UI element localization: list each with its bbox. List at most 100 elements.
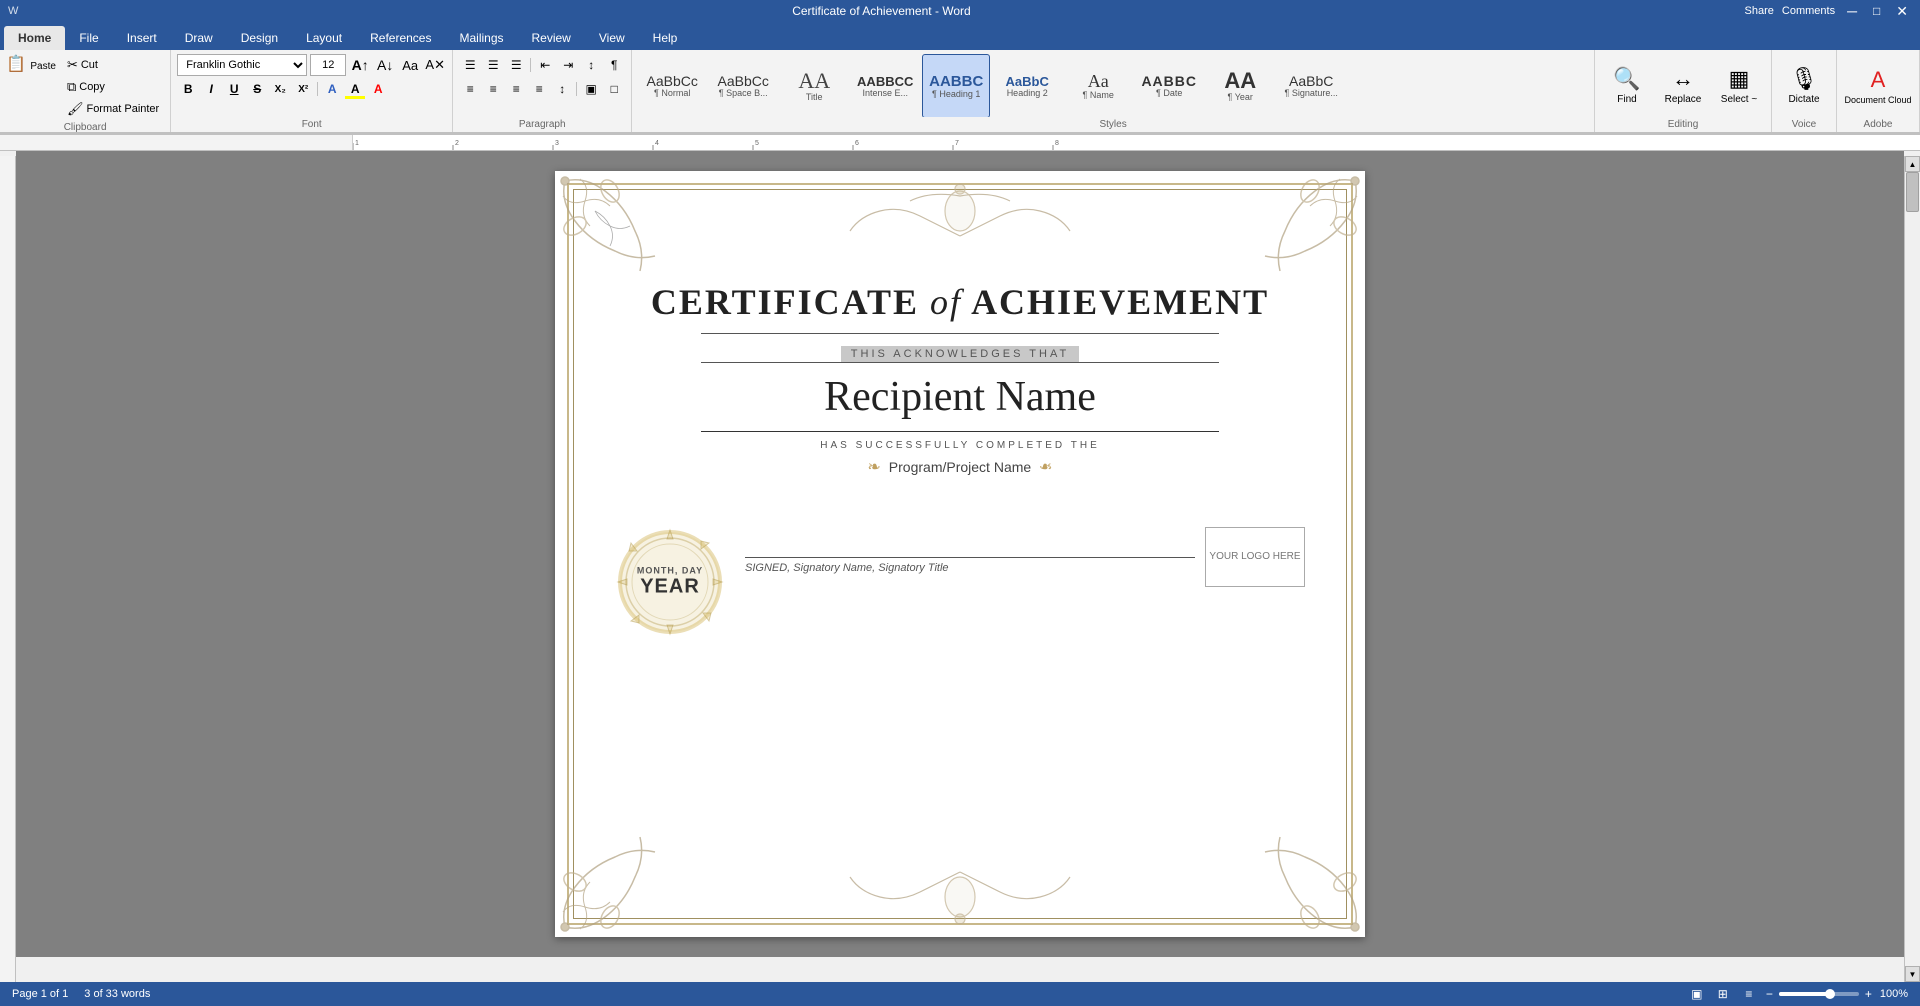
font-size-input[interactable]: [310, 54, 346, 76]
find-button[interactable]: 🔍 Find: [1601, 56, 1653, 114]
paste-label: Paste: [30, 61, 56, 72]
align-right-button[interactable]: ≡: [505, 78, 527, 100]
style-year[interactable]: AA ¶ Year: [1206, 54, 1274, 117]
copy-icon: ⧉: [67, 79, 76, 95]
style-name-preview: Aa: [1088, 72, 1109, 90]
signatory-title: Signatory Title: [878, 562, 948, 574]
window-title: Certificate of Achievement - Word: [18, 4, 1744, 18]
style-intense-preview: AABBCC: [857, 75, 913, 88]
tab-draw[interactable]: Draw: [171, 26, 227, 50]
cert-seal: MONTH, DAY YEAR: [615, 527, 725, 637]
bold-button[interactable]: B: [177, 78, 199, 100]
superscript-button[interactable]: X²: [292, 78, 314, 100]
adobe-group: A Document Cloud Adobe: [1837, 50, 1920, 132]
share-button[interactable]: Share: [1745, 5, 1774, 17]
scroll-thumb[interactable]: [1906, 172, 1919, 212]
tab-references[interactable]: References: [356, 26, 445, 50]
style-date[interactable]: AABBC ¶ Date: [1135, 54, 1203, 117]
format-painter-button[interactable]: 🖌 Format Painter: [62, 98, 164, 120]
style-heading1[interactable]: AABBC ¶ Heading 1: [922, 54, 990, 117]
svg-text:3: 3: [555, 140, 559, 147]
tab-mailings[interactable]: Mailings: [445, 26, 517, 50]
shading-button[interactable]: ▣: [580, 78, 602, 100]
dictate-button[interactable]: 🎙 Dictate: [1778, 57, 1830, 115]
maximize-button[interactable]: □: [1869, 4, 1884, 18]
style-name[interactable]: Aa ¶ Name: [1064, 54, 1132, 117]
change-case-button[interactable]: Aa: [399, 54, 421, 76]
italic-button[interactable]: I: [200, 78, 222, 100]
select-button[interactable]: ▦ Select ~: [1713, 56, 1765, 114]
read-view-button[interactable]: ≡: [1740, 985, 1758, 1003]
zoom-thumb[interactable]: [1825, 989, 1835, 999]
style-title[interactable]: AA Title: [780, 54, 848, 117]
ribbon-main: 📋 Paste ✂ Cut ⧉ Copy 🖌 Format Painter: [0, 50, 1920, 134]
document-cloud-button[interactable]: A Document Cloud: [1843, 57, 1913, 115]
line-spacing-button[interactable]: ↕: [551, 78, 573, 100]
paragraph-group-label: Paragraph: [459, 117, 625, 130]
subscript-button[interactable]: X₂: [269, 78, 291, 100]
underline-button[interactable]: U: [223, 78, 245, 100]
tab-file[interactable]: File: [65, 26, 112, 50]
tab-help[interactable]: Help: [639, 26, 692, 50]
highlight-button[interactable]: A: [344, 78, 366, 100]
shrink-font-button[interactable]: A↓: [374, 54, 396, 76]
decrease-indent-button[interactable]: ⇤: [534, 54, 556, 76]
justify-button[interactable]: ≡: [528, 78, 550, 100]
replace-button[interactable]: ↔ Replace: [1657, 56, 1709, 114]
tab-layout[interactable]: Layout: [292, 26, 356, 50]
font-color-button[interactable]: A: [367, 78, 389, 100]
styles-scroller: AaBbCc ¶ Normal AaBbCc ¶ Space B... AA T…: [638, 54, 1338, 117]
logo-text: YOUR LOGO HERE: [1209, 550, 1300, 564]
para-row-1: ☰ ☰ ☰ ⇤ ⇥ ↕ ¶: [459, 54, 625, 76]
font-family-select[interactable]: Franklin Gothic: [177, 54, 307, 76]
style-intense-emphasis[interactable]: AABBCC Intense E...: [851, 54, 919, 117]
align-left-button[interactable]: ≡: [459, 78, 481, 100]
style-name-label: ¶ Name: [1083, 90, 1114, 100]
grow-font-button[interactable]: A↑: [349, 54, 371, 76]
zoom-slider-container[interactable]: − +: [1766, 987, 1872, 1001]
style-heading2[interactable]: AaBbC Heading 2: [993, 54, 1061, 117]
numbering-button[interactable]: ☰: [482, 54, 504, 76]
ruler-inner: 1 2 3 4 5 6 7 8: [352, 135, 1920, 150]
strikethrough-button[interactable]: S: [246, 78, 268, 100]
scroll-down-button[interactable]: ▼: [1905, 966, 1920, 982]
zoom-out-icon[interactable]: −: [1766, 987, 1773, 1001]
sort-button[interactable]: ↕: [580, 54, 602, 76]
text-effects-button[interactable]: A: [321, 78, 343, 100]
paste-button[interactable]: 📋 Paste: [6, 54, 56, 120]
center-button[interactable]: ≡: [482, 78, 504, 100]
cert-title-end: ACHIEVEMENT: [971, 282, 1269, 322]
copy-button[interactable]: ⧉ Copy: [62, 76, 164, 98]
tab-insert[interactable]: Insert: [113, 26, 171, 50]
show-marks-button[interactable]: ¶: [603, 54, 625, 76]
style-year-label: ¶ Year: [1228, 92, 1253, 102]
scroll-up-button[interactable]: ▲: [1905, 156, 1920, 172]
document-area: CERTIFICATE of ACHIEVEMENT THIS ACKNOWLE…: [16, 151, 1904, 957]
comments-button[interactable]: Comments: [1782, 5, 1835, 17]
font-row-1: Franklin Gothic A↑ A↓ Aa A✕: [177, 54, 446, 76]
multilevel-button[interactable]: ☰: [505, 54, 527, 76]
cert-recipient: Recipient Name: [824, 373, 1096, 421]
clear-formatting-button[interactable]: A✕: [424, 54, 446, 76]
zoom-in-icon[interactable]: +: [1865, 987, 1872, 1001]
tab-design[interactable]: Design: [227, 26, 292, 50]
cut-button[interactable]: ✂ Cut: [62, 54, 164, 76]
style-space-before[interactable]: AaBbCc ¶ Space B...: [709, 54, 777, 117]
cert-recipient-line: [701, 431, 1219, 432]
bullets-button[interactable]: ☰: [459, 54, 481, 76]
zoom-slider[interactable]: [1779, 992, 1859, 996]
tab-home[interactable]: Home: [4, 26, 65, 50]
find-label: Find: [1617, 94, 1636, 105]
tab-view[interactable]: View: [585, 26, 639, 50]
increase-indent-button[interactable]: ⇥: [557, 54, 579, 76]
minimize-button[interactable]: ─: [1843, 3, 1861, 19]
print-layout-view-button[interactable]: ▣: [1688, 985, 1706, 1003]
style-signature-line[interactable]: AaBbC ¶ Signature...: [1277, 54, 1338, 117]
style-normal[interactable]: AaBbCc ¶ Normal: [638, 54, 706, 117]
borders-button[interactable]: □: [603, 78, 625, 100]
vertical-scrollbar[interactable]: ▲ ▼: [1904, 156, 1920, 982]
tab-review[interactable]: Review: [518, 26, 585, 50]
web-layout-view-button[interactable]: ⊞: [1714, 985, 1732, 1003]
close-button[interactable]: ✕: [1892, 3, 1912, 20]
copy-label: Copy: [79, 81, 105, 93]
